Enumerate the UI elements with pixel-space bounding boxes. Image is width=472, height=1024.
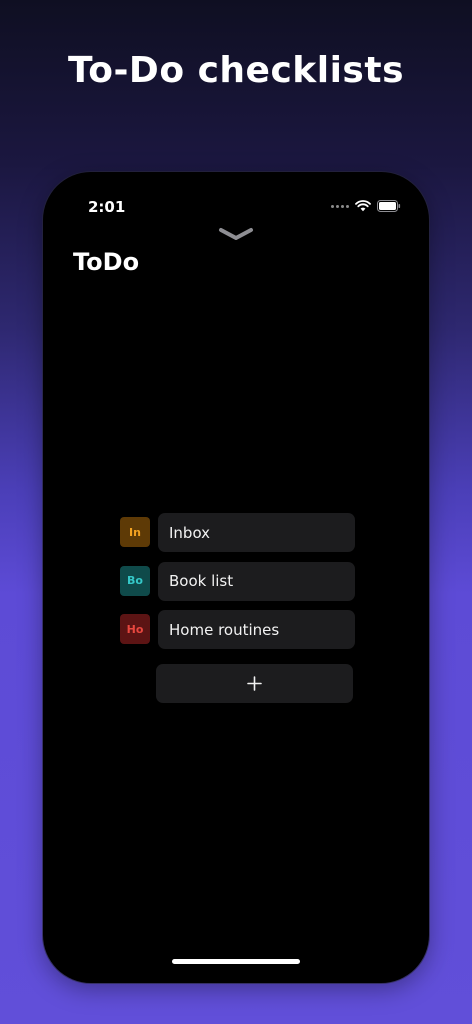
- list-item-label[interactable]: Book list: [158, 561, 355, 601]
- marketing-headline: To-Do checklists: [67, 50, 404, 91]
- phone-screen: 2:01 ToDo In Inbox Bo Book list Ho Home …: [43, 172, 429, 983]
- list-item-inbox[interactable]: In Inbox: [120, 513, 360, 552]
- dismiss-chevron-icon[interactable]: [218, 226, 254, 242]
- home-indicator[interactable]: [172, 959, 300, 964]
- status-icons: [331, 200, 401, 212]
- list-item-label[interactable]: Inbox: [158, 513, 355, 552]
- list-item-home-routines[interactable]: Ho Home routines: [120, 610, 360, 649]
- wifi-icon: [355, 200, 371, 212]
- checklist-list: In Inbox Bo Book list Ho Home routines: [120, 513, 360, 659]
- list-badge: Ho: [120, 614, 150, 644]
- list-badge: In: [120, 517, 150, 547]
- app-title: ToDo: [73, 248, 140, 276]
- battery-icon: [377, 200, 401, 212]
- list-badge: Bo: [120, 565, 150, 596]
- list-item-label[interactable]: Home routines: [158, 610, 355, 649]
- cellular-signal-icon: [331, 204, 349, 208]
- add-list-button[interactable]: [156, 664, 353, 703]
- status-time: 2:01: [88, 198, 126, 216]
- list-item-book-list[interactable]: Bo Book list: [120, 561, 360, 601]
- plus-icon: [247, 676, 262, 691]
